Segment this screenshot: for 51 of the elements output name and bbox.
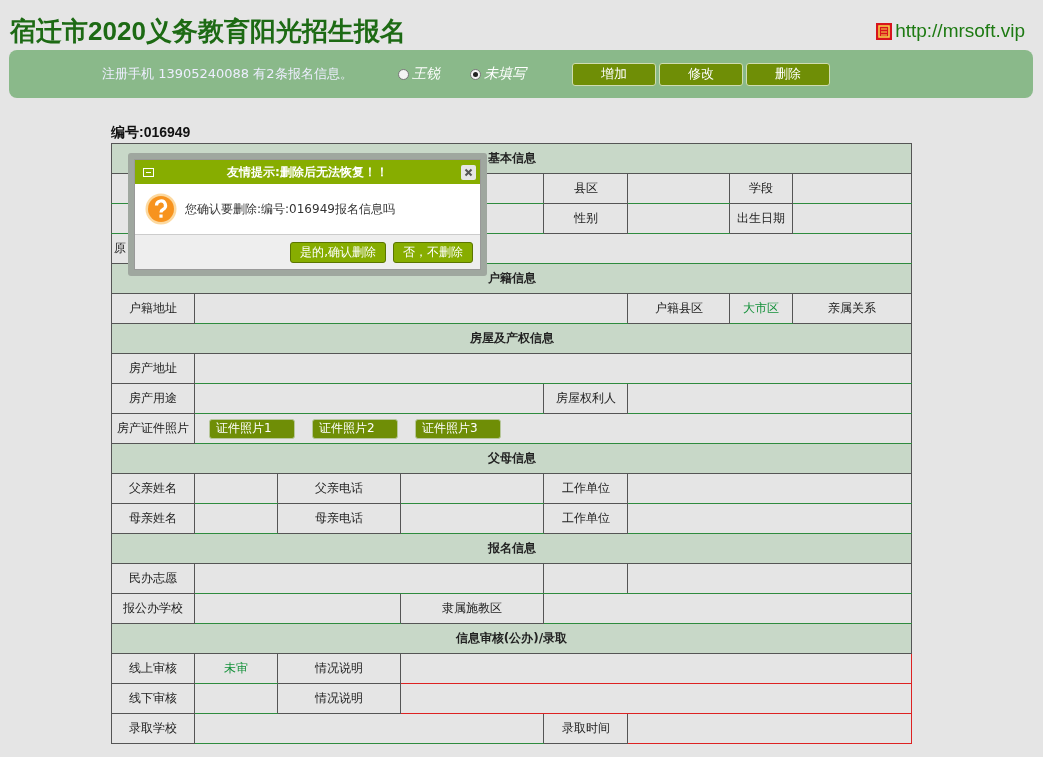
action-button[interactable]: 增加 xyxy=(572,62,656,86)
field-label: 房产用途 xyxy=(111,383,195,414)
photo-button[interactable]: 证件照片3 xyxy=(415,418,501,439)
field-label: 线上审核 xyxy=(111,653,195,684)
student-radio[interactable]: 王锐 xyxy=(398,65,440,83)
field-label: 户籍地址 xyxy=(111,293,195,324)
field-label: 出生日期 xyxy=(729,203,793,234)
dialog-message: 您确认要删除:编号:016949报名信息吗 xyxy=(185,200,395,218)
field-label: 母亲电话 xyxy=(277,503,401,534)
field-label: 父亲电话 xyxy=(277,473,401,504)
registration-info: 注册手机 13905240088 有2条报名信息。 xyxy=(102,65,354,83)
field-label: 性别 xyxy=(543,203,628,234)
window-icon xyxy=(143,167,154,177)
field-label: 报公办学校 xyxy=(111,593,195,624)
photo-button[interactable]: 证件照片2 xyxy=(312,418,398,439)
dialog-button[interactable]: 否，不删除 xyxy=(393,242,473,263)
question-icon xyxy=(145,193,177,225)
field-label: 民办志愿 xyxy=(111,563,195,594)
field-label: 房产证件照片 xyxy=(111,413,195,444)
student-radio[interactable]: 未填写 xyxy=(470,65,526,83)
action-button[interactable]: 删除 xyxy=(746,62,830,86)
field-label: 录取学校 xyxy=(111,713,195,744)
field-label: 线下审核 xyxy=(111,683,195,714)
record-number: 编号:016949 xyxy=(111,124,192,142)
field-label: 户籍县区 xyxy=(627,293,730,324)
field-label: 工作单位 xyxy=(543,473,628,504)
field-label: 情况说明 xyxy=(277,683,401,714)
field-label: 录取时间 xyxy=(543,713,628,744)
dialog-button[interactable]: 是的,确认删除 xyxy=(290,242,386,263)
photo-button[interactable]: 证件照片1 xyxy=(209,418,295,439)
field-label: 母亲姓名 xyxy=(111,503,195,534)
section-header: 报名信息 xyxy=(111,533,912,564)
field-value: 未审 xyxy=(194,653,278,684)
section-header: 父母信息 xyxy=(111,443,912,474)
field-label: 县区 xyxy=(543,173,628,204)
field-label: 父亲姓名 xyxy=(111,473,195,504)
close-icon[interactable] xyxy=(461,164,476,180)
field-label: 原 xyxy=(114,241,126,255)
field-label: 房屋权利人 xyxy=(543,383,628,414)
field-label: 房产地址 xyxy=(111,353,195,384)
field-value: 大市区 xyxy=(729,293,793,324)
page-title: 宿迁市2020义务教育阳光招生报名 xyxy=(10,14,406,48)
section-header: 房屋及产权信息 xyxy=(111,323,912,354)
field-label: 情况说明 xyxy=(277,653,401,684)
field-label: 隶属施教区 xyxy=(400,593,544,624)
site-link[interactable]: http://mrsoft.vip xyxy=(895,20,1025,42)
field-label: 工作单位 xyxy=(543,503,628,534)
logo-icon xyxy=(876,22,893,40)
field-label: 学段 xyxy=(729,173,793,204)
section-header: 信息审核(公办)/录取 xyxy=(111,623,912,654)
action-button[interactable]: 修改 xyxy=(659,62,743,86)
